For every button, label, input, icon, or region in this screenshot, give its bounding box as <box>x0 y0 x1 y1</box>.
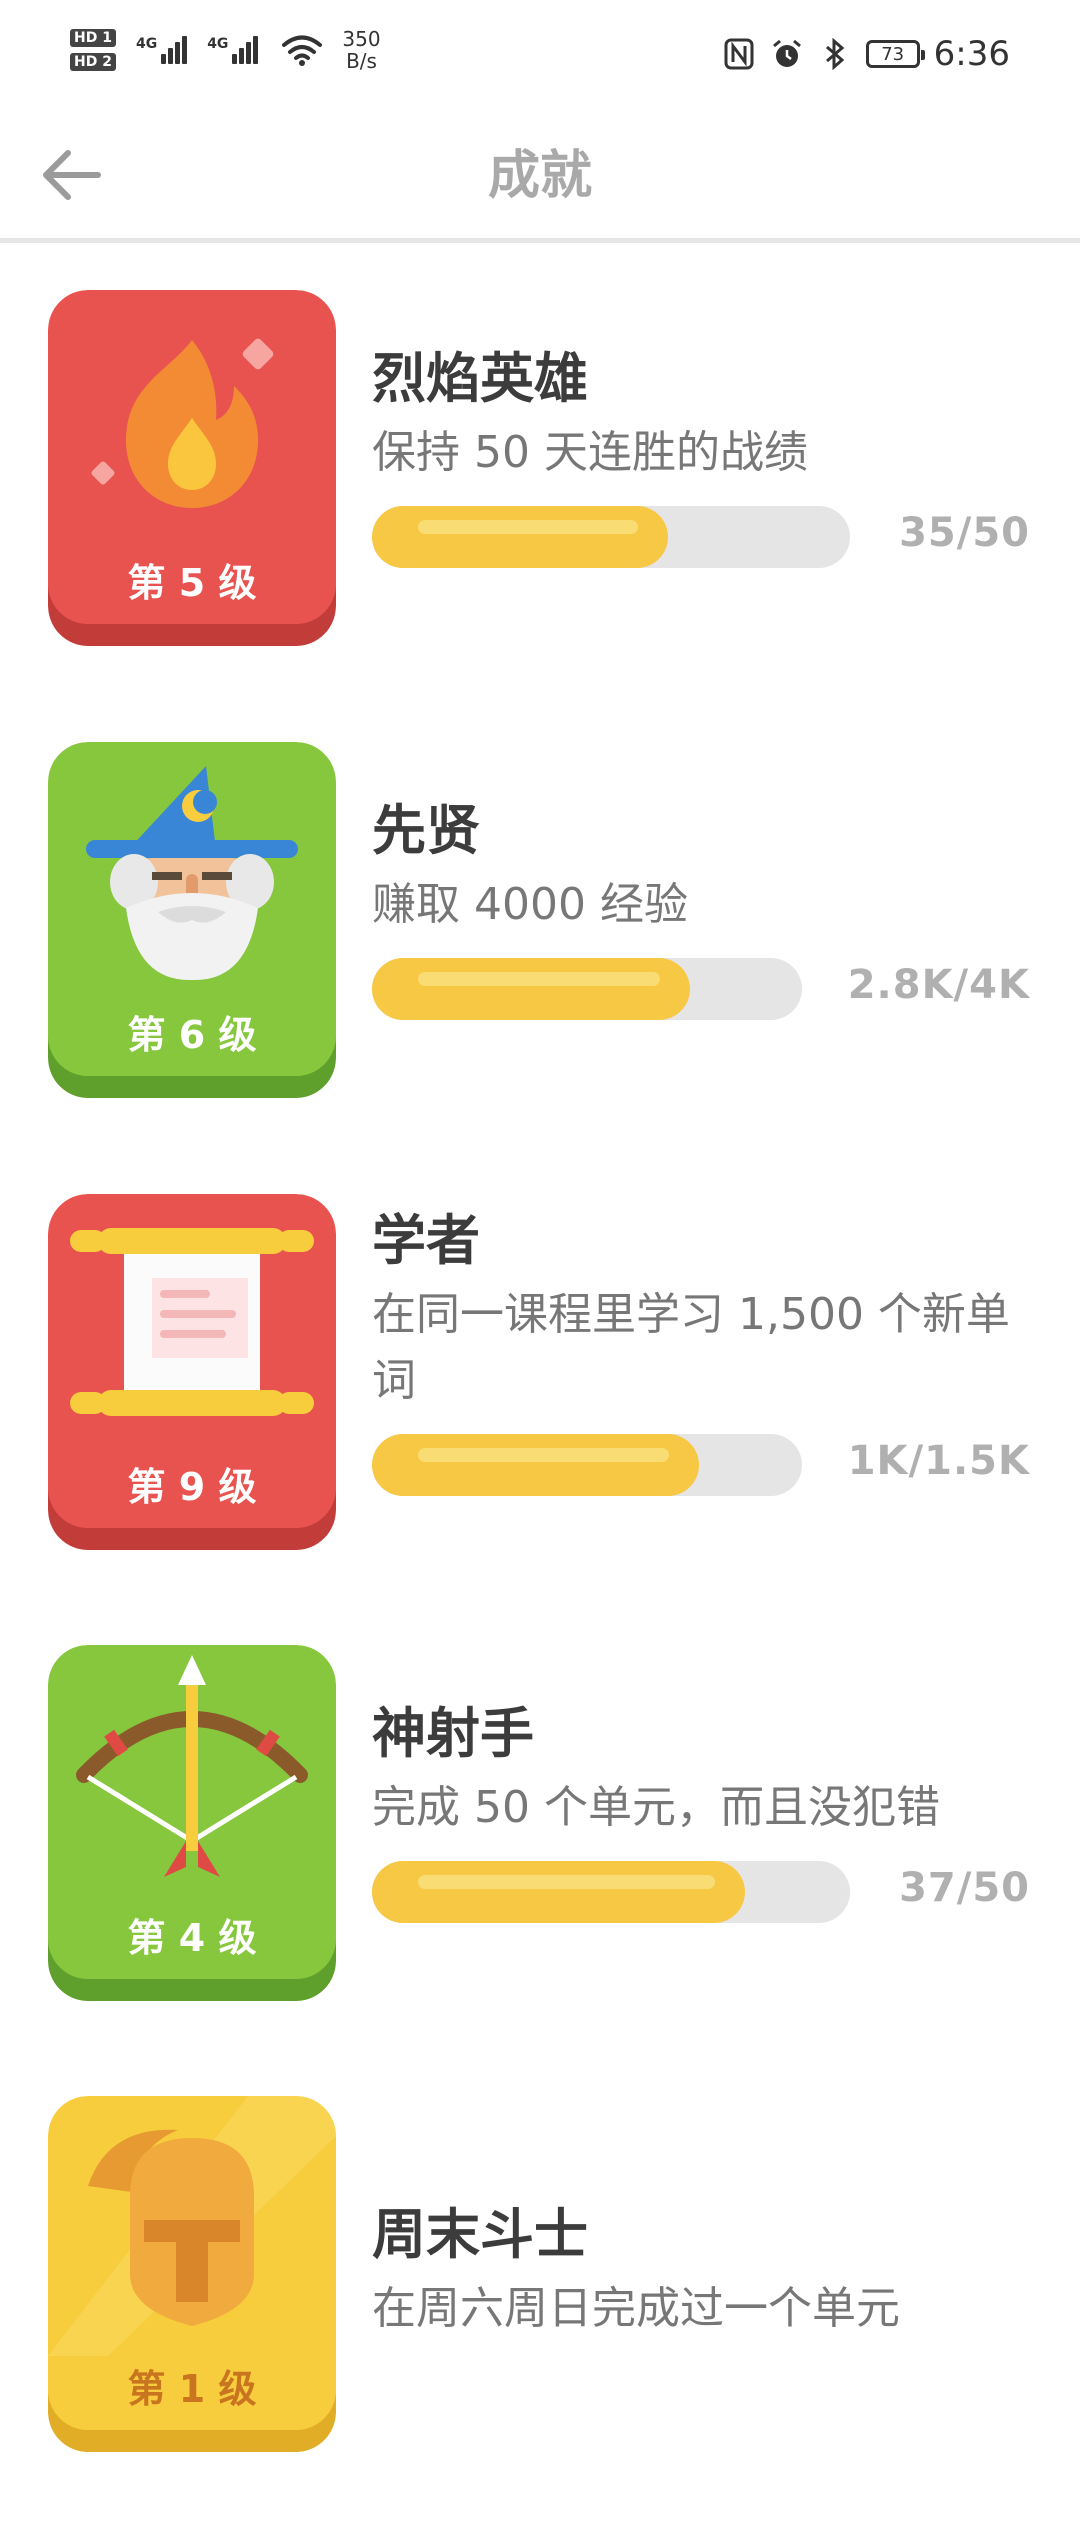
achievement-badge: 第 5 级 <box>48 290 336 646</box>
progress-count: 1K/1.5K <box>847 1438 1030 1484</box>
wifi-icon <box>282 35 323 66</box>
page-title: 成就 <box>487 146 592 206</box>
achievement-title: 烈焰英雄 <box>372 347 588 410</box>
badge-level: 第 6 级 <box>127 1013 257 1057</box>
helmet-icon <box>48 2096 336 2356</box>
wizard-icon <box>86 766 298 981</box>
achievement-description: 保持 50 天连胜的战绩 <box>372 427 808 478</box>
achievement-badge: 第 4 级 <box>48 1645 336 2001</box>
hd1-indicator: HD 1 <box>70 29 116 47</box>
progress-row: 2.8K/4K <box>372 958 1030 1022</box>
progress-fill <box>372 506 668 568</box>
flame-icon <box>91 338 274 508</box>
badge-level: 第 5 级 <box>127 561 257 605</box>
alarm-icon <box>770 37 804 71</box>
achievement-title: 先贤 <box>372 799 480 862</box>
progress-track <box>372 958 802 1020</box>
nfc-icon <box>722 37 756 71</box>
achievement-title: 周末斗士 <box>372 2203 588 2266</box>
network-speed: 350 B/s <box>342 27 381 73</box>
status-bar: HD 1 HD 2 4G 4G 350 B/s 73 6:36 <box>0 0 1080 118</box>
achievement-badge: 第 6 级 <box>48 742 336 1098</box>
badge-level: 第 9 级 <box>127 1465 257 1509</box>
achievement-description: 在同一课程里学习 1,500 个新单词 <box>372 1289 1010 1406</box>
progress-fill <box>372 958 690 1020</box>
progress-row: 35/50 <box>372 506 1030 570</box>
achievement-badge: 第 9 级 <box>48 1194 336 1550</box>
progress-count: 35/50 <box>899 510 1030 556</box>
clock: 6:36 <box>933 34 1010 74</box>
achievement-description: 在周六周日完成过一个单元 <box>372 2283 900 2334</box>
achievement-title: 学者 <box>372 1209 480 1272</box>
progress-track <box>372 1861 850 1923</box>
hd2-indicator: HD 2 <box>70 53 116 71</box>
scroll-icon <box>70 1228 314 1416</box>
progress-shine <box>418 1448 669 1462</box>
achievement-badge: 第 1 级 <box>48 2096 336 2452</box>
badge-level: 第 4 级 <box>127 1916 257 1960</box>
signal-sim1-icon: 4G <box>136 36 188 64</box>
progress-count: 2.8K/4K <box>847 962 1030 1008</box>
achievement-title: 神射手 <box>372 1702 534 1765</box>
signal-sim2-icon: 4G <box>207 36 259 64</box>
progress-row: 1K/1.5K <box>372 1434 1030 1498</box>
progress-shine <box>418 520 638 534</box>
bluetooth-icon <box>818 37 852 71</box>
progress-shine <box>418 972 660 986</box>
progress-track <box>372 506 850 568</box>
progress-row: 37/50 <box>372 1861 1030 1925</box>
progress-track <box>372 1434 802 1496</box>
battery-icon: 73 <box>865 40 925 68</box>
progress-shine <box>418 1875 715 1889</box>
achievement-description: 完成 50 个单元，而且没犯错 <box>372 1782 940 1833</box>
badge-level: 第 1 级 <box>127 2367 257 2411</box>
bow-arrow-icon <box>76 1655 308 1877</box>
progress-fill <box>372 1861 745 1923</box>
progress-count: 37/50 <box>899 1865 1030 1911</box>
app-header: 成就 <box>0 118 1080 243</box>
achievement-description: 赚取 4000 经验 <box>372 879 688 930</box>
progress-fill <box>372 1434 699 1496</box>
